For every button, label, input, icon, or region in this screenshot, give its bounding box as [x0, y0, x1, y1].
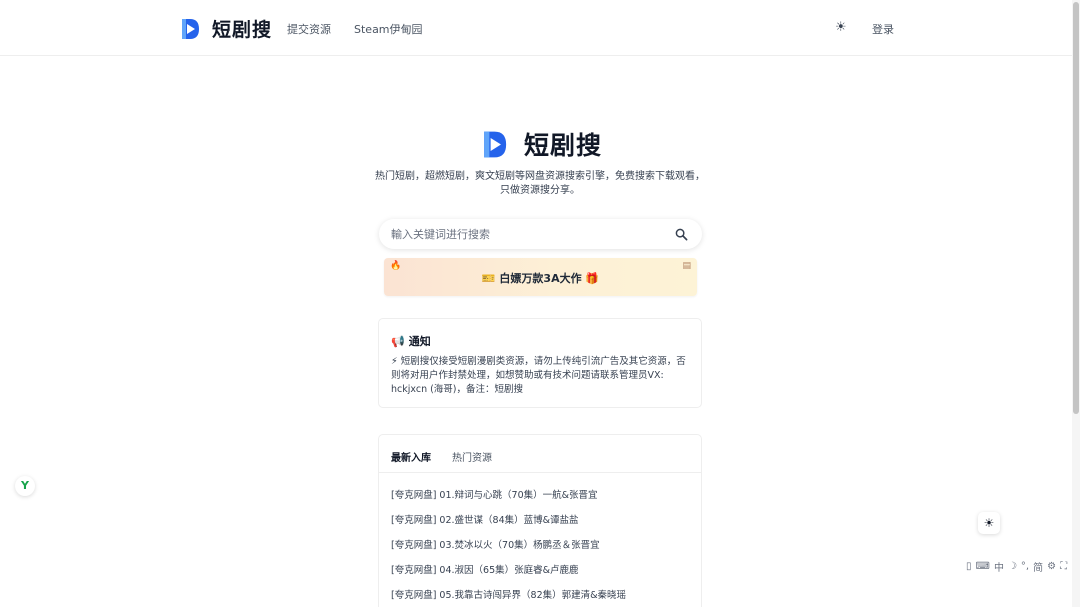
search-bar [379, 219, 702, 249]
ime-chinese-toggle[interactable]: 中 [994, 559, 1004, 574]
resource-list-card: 最新入库 热门资源 [夸克网盘] 01.辩词与心跳（70集）一航&张晋宜 [夸克… [378, 434, 702, 607]
login-link[interactable]: 登录 [872, 21, 894, 37]
list-item[interactable]: [夸克网盘] 01.辩词与心跳（70集）一航&张晋宜 [391, 487, 691, 512]
list-item[interactable]: [夸克网盘] 05.我靠古诗闯异界（82集）郭建清&秦晓瑶 [391, 587, 691, 607]
ime-skin-icon[interactable]: ▯ [966, 561, 972, 572]
resource-list: [夸克网盘] 01.辩词与心跳（70集）一航&张晋宜 [夸克网盘] 02.盛世谋… [391, 487, 691, 607]
search-input[interactable] [391, 225, 661, 243]
gear-icon[interactable]: ⚙ [1047, 561, 1056, 572]
ime-simplified-toggle[interactable]: 简 [1033, 559, 1043, 574]
tab-hot[interactable]: 热门资源 [452, 449, 492, 464]
search-icon[interactable] [675, 228, 688, 241]
nav-submit-resource[interactable]: 提交资源 [287, 21, 331, 37]
moon-icon[interactable]: ☽ [1008, 561, 1017, 572]
notice-body: ⚡ 短剧搜仅接受短剧漫剧类资源，请勿上传纯引流广告及其它资源，否则将对用户作封禁… [391, 356, 686, 395]
sun-icon: ☀ [983, 516, 995, 530]
promo-banner[interactable]: 🔥 ▤ 🎫 白嫖万款3A大作 🎁 [384, 258, 697, 296]
ime-keyboard-icon[interactable]: ⌨ [976, 561, 990, 572]
logo-icon [484, 131, 507, 157]
promo-banner-text: 🎫 白嫖万款3A大作 🎁 [481, 272, 600, 285]
expand-icon[interactable]: ⛶ [1060, 561, 1067, 572]
tagline-line-1: 热门短剧，超燃短剧，爽文短剧等网盘资源搜索引擎，免费搜索下载观看， [375, 171, 705, 182]
hero-brand: 短剧搜 [481, 126, 602, 162]
tab-latest[interactable]: 最新入库 [391, 449, 431, 464]
notice-title: 📢 通知 [391, 333, 431, 349]
site-tagline: 热门短剧，超燃短剧，爽文短剧等网盘资源搜索引擎，免费搜索下载观看， 只做资源搜分… [370, 170, 710, 198]
logo-icon [182, 18, 199, 39]
punctuation-icon[interactable]: °, [1021, 561, 1029, 572]
nav-steam-eden[interactable]: Steam伊甸园 [354, 21, 423, 37]
notice-title-text: 通知 [408, 335, 431, 348]
hero-brand-name: 短剧搜 [524, 131, 603, 160]
sun-icon[interactable]: ☀ [835, 21, 849, 35]
top-navbar: 短剧搜 提交资源 Steam伊甸园 ☀ 登录 [0, 0, 1072, 56]
notice-card: 📢 通知 ⚡ 短剧搜仅接受短剧漫剧类资源，请勿上传纯引流广告及其它资源，否则将对用… [378, 318, 702, 408]
floating-theme-toggle[interactable]: ☀ [978, 512, 1000, 534]
ime-toolbar: ▯ ⌨ 中 ☽ °, 简 ⚙ ⛶ [966, 558, 1072, 574]
list-item[interactable]: [夸克网盘] 02.盛世谋（84集）蓝博&谭盐盐 [391, 512, 691, 537]
header-brand-name: 短剧搜 [212, 19, 273, 41]
list-item[interactable]: [夸克网盘] 03.焚冰以火（70集）杨鹏丞＆张晋宜 [391, 537, 691, 562]
resource-tabs: 最新入库 热门资源 [379, 435, 701, 473]
scrollbar-thumb[interactable] [1073, 2, 1079, 414]
page-scrollbar[interactable] [1072, 0, 1080, 607]
tagline-line-2: 只做资源搜分享。 [500, 185, 580, 196]
header-brand[interactable]: 短剧搜 [180, 15, 272, 42]
megaphone-icon: 📢 [391, 335, 405, 348]
list-item[interactable]: [夸克网盘] 04.淑因（65集）张庭睿&卢鹿鹿 [391, 562, 691, 587]
side-widget-icon[interactable]: Y [15, 476, 35, 496]
